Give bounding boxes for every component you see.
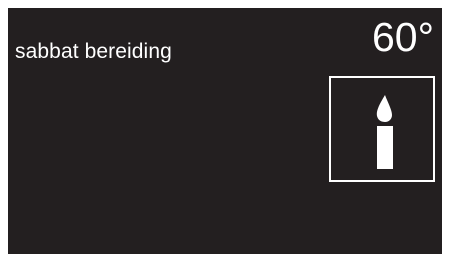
candle-flame	[376, 95, 392, 122]
temperature-readout: 60°	[371, 14, 434, 60]
sabbath-mode-icon-frame	[329, 76, 435, 182]
candle-icon	[376, 95, 393, 169]
mode-label: sabbat bereiding	[15, 40, 172, 63]
oven-display-screen: sabbat bereiding 60°	[8, 8, 442, 254]
candle-body	[377, 126, 393, 169]
